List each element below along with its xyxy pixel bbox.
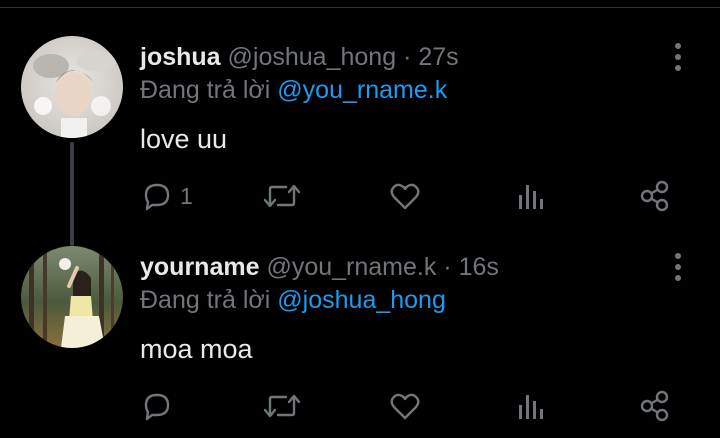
- display-name[interactable]: joshua: [140, 43, 221, 71]
- tweet-header: yourname @you_rname.k · 16s: [140, 251, 499, 283]
- share-button[interactable]: [638, 178, 672, 214]
- more-vertical-icon: [675, 253, 681, 281]
- like-button[interactable]: [388, 388, 422, 424]
- share-icon: [640, 390, 669, 422]
- views-button[interactable]: [516, 178, 546, 214]
- heart-icon: [390, 183, 420, 210]
- tweet[interactable]: yourname @you_rname.k · 16s Đang trả lời…: [0, 244, 720, 434]
- reply-icon: [144, 183, 170, 211]
- replying-to: Đang trả lời @you_rname.k: [140, 74, 447, 106]
- tweet-text: love uu: [140, 124, 228, 154]
- views-button[interactable]: [516, 388, 546, 424]
- timestamp[interactable]: 16s: [459, 253, 499, 281]
- replying-to-label: Đang trả lời: [140, 286, 271, 314]
- heart-icon: [390, 393, 420, 420]
- replying-to-label: Đang trả lời: [140, 76, 271, 104]
- display-name[interactable]: yourname: [140, 253, 259, 281]
- avatar[interactable]: [21, 246, 123, 348]
- like-button[interactable]: [388, 178, 422, 214]
- views-icon: [519, 395, 543, 419]
- tweet-header: joshua @joshua_hong · 27s: [140, 41, 459, 73]
- user-handle[interactable]: @you_rname.k: [266, 253, 436, 281]
- reply-count: 1: [180, 183, 193, 209]
- retweet-icon: [263, 394, 301, 418]
- more-vertical-icon: [675, 43, 681, 71]
- share-button[interactable]: [638, 388, 672, 424]
- tweet-text: moa moa: [140, 334, 253, 364]
- replying-to: Đang trả lời @joshua_hong: [140, 284, 446, 316]
- user-handle[interactable]: @joshua_hong: [228, 43, 397, 71]
- tweet[interactable]: joshua @joshua_hong · 27s Đang trả lời @…: [0, 34, 720, 246]
- reply-button[interactable]: [140, 388, 180, 424]
- mention-link[interactable]: @joshua_hong: [277, 286, 446, 314]
- top-divider: [0, 0, 720, 8]
- mention-link[interactable]: @you_rname.k: [277, 76, 447, 104]
- separator-dot: ·: [403, 43, 412, 71]
- reply-button[interactable]: 1: [140, 178, 193, 214]
- action-bar: 1: [0, 178, 720, 214]
- views-icon: [519, 185, 543, 209]
- retweet-button[interactable]: [262, 388, 302, 424]
- avatar[interactable]: [21, 36, 123, 138]
- separator-dot: ·: [443, 253, 452, 281]
- retweet-icon: [263, 184, 301, 208]
- action-bar: [0, 388, 720, 424]
- reply-icon: [144, 393, 170, 421]
- share-icon: [640, 180, 669, 212]
- more-button[interactable]: [666, 40, 690, 74]
- more-button[interactable]: [666, 250, 690, 284]
- retweet-button[interactable]: [262, 178, 302, 214]
- timestamp[interactable]: 27s: [418, 43, 458, 71]
